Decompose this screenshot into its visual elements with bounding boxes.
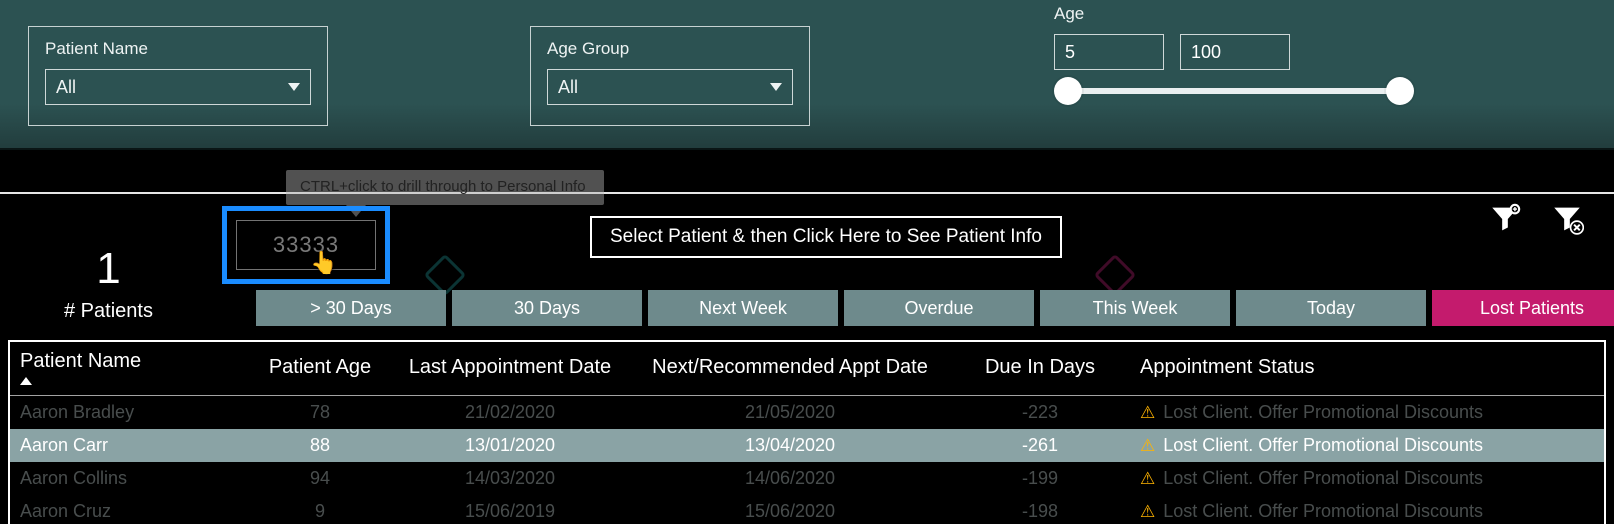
chevron-down-icon (288, 83, 300, 91)
cell-due: -199 (950, 462, 1130, 495)
filter-band: Patient Name All Age Group All Age (0, 0, 1614, 150)
age-slider-thumb-min[interactable] (1054, 77, 1082, 105)
table-row[interactable]: Aaron Bradley7821/02/202021/05/2020-223⚠… (10, 396, 1604, 430)
cell-due: -198 (950, 495, 1130, 524)
warning-icon: ⚠ (1140, 502, 1155, 522)
status-tabs: > 30 Days30 DaysNext WeekOverdueThis Wee… (256, 290, 1614, 326)
cell-next-appt: 13/04/2020 (630, 429, 950, 462)
col-header-next-appt[interactable]: Next/Recommended Appt Date (630, 342, 950, 396)
cell-age: 78 (250, 396, 390, 430)
cell-name: Aaron Bradley (10, 396, 250, 430)
clear-filter-icon[interactable] (1550, 202, 1584, 236)
patient-name-value: All (56, 77, 76, 98)
status-tab[interactable]: Overdue (844, 290, 1034, 326)
cell-last-appt: 21/02/2020 (390, 396, 630, 430)
cell-status: ⚠Lost Client. Offer Promotional Discount… (1130, 462, 1604, 495)
cell-name: Aaron Collins (10, 462, 250, 495)
table-header-row: Patient Name Patient Age Last Appointmen… (10, 342, 1604, 396)
age-slider-label: Age (1054, 4, 1494, 24)
age-max-input[interactable] (1180, 34, 1290, 70)
status-tab[interactable]: 30 Days (452, 290, 642, 326)
cell-age: 94 (250, 462, 390, 495)
cursor-icon: 👆 (310, 250, 337, 276)
patient-info-banner-label: Select Patient & then Click Here to See … (610, 226, 1042, 247)
table-row[interactable]: Aaron Collins9414/03/202014/06/2020-199⚠… (10, 462, 1604, 495)
cell-status: ⚠Lost Client. Offer Promotional Discount… (1130, 396, 1604, 430)
status-tab[interactable]: This Week (1040, 290, 1230, 326)
status-tab[interactable]: Lost Patients (1432, 290, 1614, 326)
patient-name-dropdown[interactable]: All (45, 69, 311, 105)
age-group-dropdown[interactable]: All (547, 69, 793, 105)
chevron-down-icon (770, 83, 782, 91)
warning-icon: ⚠ (1140, 469, 1155, 489)
age-slider-track[interactable] (1064, 88, 1404, 94)
cell-age: 88 (250, 429, 390, 462)
col-header-name[interactable]: Patient Name (10, 342, 250, 396)
cell-next-appt: 21/05/2020 (630, 396, 950, 430)
table-row[interactable]: Aaron Carr8813/01/202013/04/2020-261⚠Los… (10, 429, 1604, 462)
main-area: CTRL+click to drill through to Personal … (0, 150, 1614, 524)
filter-age-slider: Age (1054, 4, 1494, 94)
cell-status: ⚠Lost Client. Offer Promotional Discount… (1130, 429, 1604, 462)
cell-last-appt: 14/03/2020 (390, 462, 630, 495)
cell-due: -261 (950, 429, 1130, 462)
cell-last-appt: 15/06/2019 (390, 495, 630, 524)
patients-table: Patient Name Patient Age Last Appointmen… (8, 340, 1606, 524)
cell-name: Aaron Cruz (10, 495, 250, 524)
warning-icon: ⚠ (1140, 403, 1155, 423)
table-row[interactable]: Aaron Cruz915/06/201915/06/2020-198⚠Lost… (10, 495, 1604, 524)
patient-info-banner[interactable]: Select Patient & then Click Here to See … (590, 216, 1062, 258)
col-header-age[interactable]: Patient Age (250, 342, 390, 396)
cell-age: 9 (250, 495, 390, 524)
filter-settings-icon[interactable] (1488, 202, 1522, 236)
patient-count-value: 1 (64, 244, 153, 294)
patient-count-label: # Patients (64, 300, 153, 323)
col-header-status[interactable]: Appointment Status (1130, 342, 1604, 396)
status-tab[interactable]: Next Week (648, 290, 838, 326)
cell-next-appt: 15/06/2020 (630, 495, 950, 524)
col-header-due[interactable]: Due In Days (950, 342, 1130, 396)
filter-patient-name-label: Patient Name (45, 39, 311, 59)
drillthrough-card[interactable]: 33333 (236, 220, 376, 270)
cell-name: Aaron Carr (10, 429, 250, 462)
cell-due: -223 (950, 396, 1130, 430)
age-slider-thumb-max[interactable] (1386, 77, 1414, 105)
divider-line (0, 192, 1614, 194)
warning-icon: ⚠ (1140, 436, 1155, 456)
status-tab[interactable]: > 30 Days (256, 290, 446, 326)
age-min-input[interactable] (1054, 34, 1164, 70)
drillthrough-tooltip: CTRL+click to drill through to Personal … (286, 170, 604, 205)
col-header-last-appt[interactable]: Last Appointment Date (390, 342, 630, 396)
status-tab[interactable]: Today (1236, 290, 1426, 326)
drillthrough-highlight: 33333 (222, 206, 390, 284)
cell-status: ⚠Lost Client. Offer Promotional Discount… (1130, 495, 1604, 524)
patient-count-card: 1 # Patients (64, 244, 153, 323)
filter-patient-name: Patient Name All (28, 26, 328, 126)
cell-last-appt: 13/01/2020 (390, 429, 630, 462)
filter-age-group: Age Group All (530, 26, 810, 126)
cell-next-appt: 14/06/2020 (630, 462, 950, 495)
age-group-value: All (558, 77, 578, 98)
filter-age-group-label: Age Group (547, 39, 793, 59)
